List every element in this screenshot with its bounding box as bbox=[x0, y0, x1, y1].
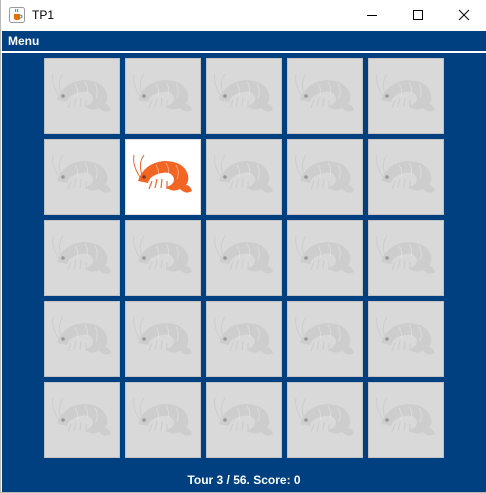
shrimp-icon bbox=[373, 232, 439, 284]
shrimp-icon bbox=[49, 232, 115, 284]
shrimp-icon bbox=[211, 394, 277, 446]
card-hidden[interactable] bbox=[368, 58, 444, 134]
card-hidden[interactable] bbox=[206, 220, 282, 296]
close-icon bbox=[458, 6, 470, 25]
shrimp-icon bbox=[49, 313, 115, 365]
card-hidden[interactable] bbox=[125, 382, 201, 458]
shrimp-icon bbox=[373, 151, 439, 203]
shrimp-icon bbox=[211, 232, 277, 284]
shrimp-icon bbox=[211, 151, 277, 203]
card-hidden[interactable] bbox=[287, 220, 363, 296]
menu-bar: Menu bbox=[2, 31, 486, 53]
card-hidden[interactable] bbox=[44, 382, 120, 458]
status-text: Tour 3 / 56. Score: 0 bbox=[187, 473, 301, 487]
shrimp-icon bbox=[292, 232, 358, 284]
card-hidden[interactable] bbox=[125, 58, 201, 134]
menu-item-menu[interactable]: Menu bbox=[8, 34, 39, 48]
shrimp-icon bbox=[130, 232, 196, 284]
card-hidden[interactable] bbox=[368, 382, 444, 458]
shrimp-icon bbox=[211, 313, 277, 365]
card-hidden[interactable] bbox=[44, 301, 120, 377]
app-window: TP1 Menu Tour 3 / 56. Score: 0 bbox=[0, 0, 486, 493]
shrimp-icon bbox=[49, 394, 115, 446]
card-hidden[interactable] bbox=[206, 382, 282, 458]
card-hidden[interactable] bbox=[125, 220, 201, 296]
shrimp-icon bbox=[373, 394, 439, 446]
close-button[interactable] bbox=[441, 0, 486, 31]
shrimp-icon bbox=[130, 313, 196, 365]
shrimp-icon bbox=[373, 70, 439, 122]
minimize-icon bbox=[366, 6, 378, 25]
shrimp-icon bbox=[130, 70, 196, 122]
card-hidden[interactable] bbox=[368, 220, 444, 296]
card-hidden[interactable] bbox=[44, 220, 120, 296]
shrimp-icon bbox=[292, 394, 358, 446]
card-hidden[interactable] bbox=[125, 301, 201, 377]
card-hidden[interactable] bbox=[206, 301, 282, 377]
maximize-icon bbox=[412, 6, 424, 25]
window-title: TP1 bbox=[32, 8, 55, 22]
game-board: Tour 3 / 56. Score: 0 bbox=[2, 53, 486, 492]
card-revealed[interactable] bbox=[125, 139, 201, 215]
card-hidden[interactable] bbox=[44, 139, 120, 215]
card-hidden[interactable] bbox=[206, 139, 282, 215]
shrimp-icon bbox=[373, 313, 439, 365]
shrimp-icon bbox=[130, 394, 196, 446]
title-bar[interactable]: TP1 bbox=[1, 0, 486, 31]
card-hidden[interactable] bbox=[287, 58, 363, 134]
shrimp-icon bbox=[292, 151, 358, 203]
card-hidden[interactable] bbox=[368, 301, 444, 377]
minimize-button[interactable] bbox=[349, 0, 395, 31]
shrimp-icon bbox=[49, 70, 115, 122]
shrimp-icon bbox=[49, 151, 115, 203]
java-cup-icon bbox=[9, 7, 25, 23]
maximize-button[interactable] bbox=[395, 0, 441, 31]
card-hidden[interactable] bbox=[287, 139, 363, 215]
shrimp-icon bbox=[130, 151, 196, 203]
shrimp-icon bbox=[292, 70, 358, 122]
card-hidden[interactable] bbox=[44, 58, 120, 134]
shrimp-icon bbox=[211, 70, 277, 122]
shrimp-icon bbox=[292, 313, 358, 365]
card-hidden[interactable] bbox=[287, 382, 363, 458]
card-grid bbox=[44, 58, 444, 458]
card-hidden[interactable] bbox=[368, 139, 444, 215]
card-hidden[interactable] bbox=[287, 301, 363, 377]
card-hidden[interactable] bbox=[206, 58, 282, 134]
